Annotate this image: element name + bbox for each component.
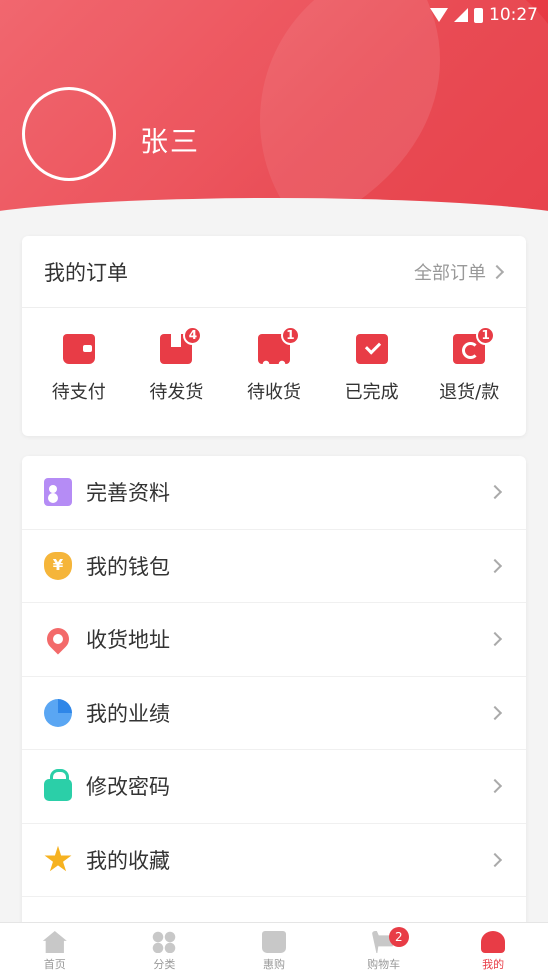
profile-header: 10:27 张三: [0, 0, 548, 230]
all-orders-link[interactable]: 全部订单: [414, 259, 505, 285]
location-pin-icon: [42, 623, 74, 655]
status-time: 10:27: [489, 5, 538, 25]
shopping-bag-icon: [261, 931, 286, 953]
tab-category[interactable]: 分类: [110, 923, 220, 980]
tab-label: 惠购: [262, 958, 285, 971]
order-status-label: 已完成: [344, 382, 399, 403]
tab-label: 我的: [482, 958, 505, 971]
tab-home[interactable]: 首页: [0, 923, 110, 980]
all-orders-label: 全部订单: [414, 262, 486, 284]
star-icon: [44, 845, 72, 872]
order-status-pending-payment[interactable]: 待支付: [34, 334, 124, 404]
user-icon: [481, 931, 506, 953]
pie-chart-icon: [44, 698, 72, 727]
battery-icon: [474, 7, 483, 23]
profile-card-icon: [44, 478, 72, 507]
menu-item-label: 我的收藏: [86, 848, 170, 873]
order-status-refund[interactable]: 1 退货/款: [424, 326, 514, 404]
menu-item-change-password[interactable]: 修改密码: [22, 750, 526, 824]
chevron-right-icon: [487, 485, 503, 500]
order-status-completed[interactable]: 已完成: [327, 334, 417, 404]
status-bar: 10:27: [430, 4, 538, 26]
order-status-list: 待支付 4 待发货 1 待收货 已完成 1 退货/款: [22, 326, 526, 404]
signal-icon: [454, 8, 468, 22]
orders-card: 我的订单 全部订单 待支付 4 待发货 1 待收货 已完成 1 退货/款: [22, 236, 526, 436]
order-status-to-ship[interactable]: 4 待发货: [131, 326, 221, 404]
chevron-right-icon: [487, 779, 503, 794]
home-icon: [42, 931, 67, 953]
menu-item-label: 我的业绩: [86, 701, 170, 726]
bottom-tab-bar: 首页 分类 惠购 2 购物车 我的: [0, 922, 548, 980]
money-bag-icon: [44, 551, 72, 580]
header-decoration: [260, 0, 548, 230]
order-status-label: 待发货: [149, 382, 204, 403]
chevron-right-icon: [487, 632, 503, 647]
chevron-right-icon: [489, 264, 505, 279]
order-status-label: 退货/款: [439, 382, 500, 403]
wallet-icon: [62, 334, 95, 364]
return-icon: 1: [453, 326, 496, 364]
username[interactable]: 张三: [140, 120, 200, 160]
count-badge: 1: [280, 326, 300, 345]
tab-me[interactable]: 我的: [438, 923, 548, 980]
tab-label: 首页: [43, 958, 66, 971]
menu-item-performance[interactable]: 我的业绩: [22, 677, 526, 750]
count-badge: 1: [476, 326, 496, 345]
order-status-label: 待收货: [246, 382, 301, 403]
avatar[interactable]: [22, 87, 116, 181]
menu-item-wallet[interactable]: 我的钱包: [22, 530, 526, 603]
cart-count-badge: 2: [388, 927, 409, 947]
tab-label: 分类: [153, 958, 176, 971]
chevron-right-icon: [487, 558, 503, 573]
menu-item-label: 完善资料: [86, 481, 170, 506]
menu-item-favorites[interactable]: 我的收藏: [22, 824, 526, 897]
delivery-truck-icon: 1: [257, 326, 300, 368]
menu-item-label: 收货地址: [86, 628, 170, 653]
header-curve: [0, 198, 548, 230]
menu-item-label: 修改密码: [86, 775, 170, 800]
count-badge: 4: [183, 326, 203, 345]
chevron-right-icon: [487, 852, 503, 867]
orders-title: 我的订单: [44, 260, 128, 285]
order-status-label: 待支付: [51, 382, 106, 403]
settings-menu: 完善资料 我的钱包 收货地址 我的业绩 修改密码 我的收藏: [22, 456, 526, 936]
order-status-to-receive[interactable]: 1 待收货: [229, 326, 319, 404]
chevron-right-icon: [487, 705, 503, 720]
orders-header: 我的订单 全部订单: [22, 236, 526, 308]
category-grid-icon: [152, 931, 177, 953]
tab-deals[interactable]: 惠购: [219, 923, 329, 980]
package-icon: 4: [160, 326, 203, 364]
tab-cart[interactable]: 2 购物车: [329, 923, 439, 980]
wifi-icon: [430, 8, 448, 22]
tab-label: 购物车: [367, 958, 401, 971]
menu-item-label: 我的钱包: [86, 554, 170, 579]
checkmark-icon: [355, 334, 388, 364]
lock-icon: [44, 769, 72, 802]
menu-item-address[interactable]: 收货地址: [22, 603, 526, 677]
menu-item-profile[interactable]: 完善资料: [22, 456, 526, 530]
